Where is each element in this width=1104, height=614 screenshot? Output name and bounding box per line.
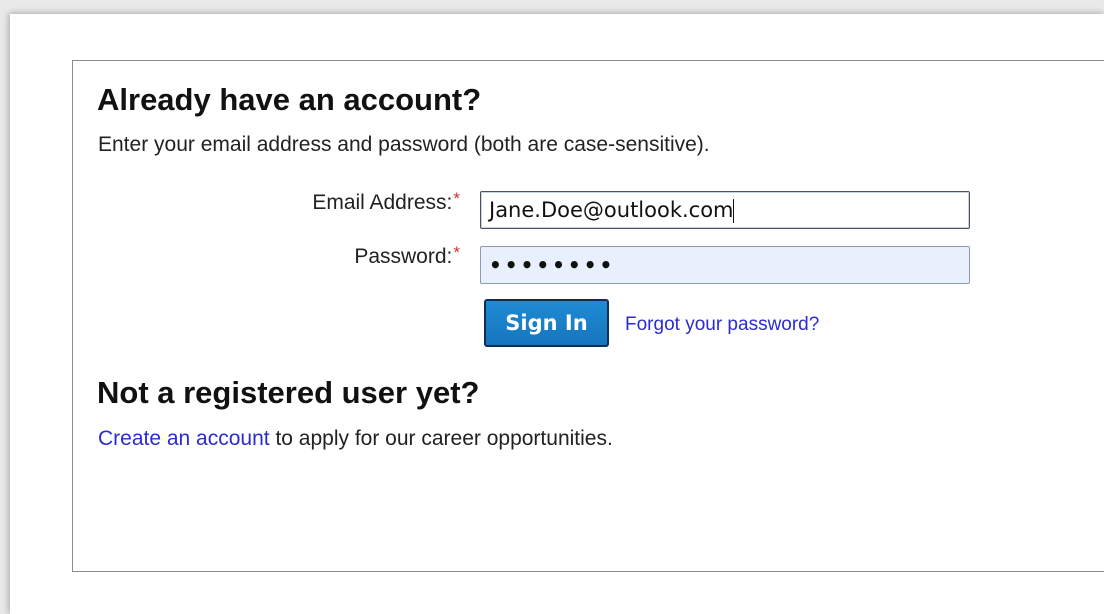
email-label-text: Email Address:	[312, 191, 453, 214]
password-label: Password:*	[354, 243, 460, 269]
register-heading: Not a registered user yet?	[97, 375, 480, 410]
password-label-text: Password:	[354, 245, 453, 268]
login-heading: Already have an account?	[97, 82, 482, 117]
email-field[interactable]: Jane.Doe@outlook.com	[480, 191, 970, 229]
login-instructions: Enter your email address and password (b…	[98, 133, 710, 156]
create-account-link[interactable]: Create an account	[98, 427, 270, 450]
password-value: ••••••••	[489, 253, 616, 277]
text-caret	[732, 199, 734, 223]
forgot-password-link[interactable]: Forgot your password?	[625, 314, 819, 336]
page: Already have an account? Enter your emai…	[10, 14, 1104, 614]
sign-in-button[interactable]: Sign In	[484, 299, 609, 347]
password-field[interactable]: ••••••••	[480, 246, 970, 284]
sign-in-panel: Already have an account? Enter your emai…	[72, 60, 1104, 572]
email-label: Email Address:*	[312, 189, 460, 215]
create-account-line: Create an account to apply for our caree…	[98, 427, 613, 451]
create-account-suffix: to apply for our career opportunities.	[269, 427, 613, 450]
email-required-mark: *	[453, 189, 460, 208]
password-required-mark: *	[453, 243, 460, 262]
email-value: Jane.Doe@outlook.com	[489, 198, 734, 222]
